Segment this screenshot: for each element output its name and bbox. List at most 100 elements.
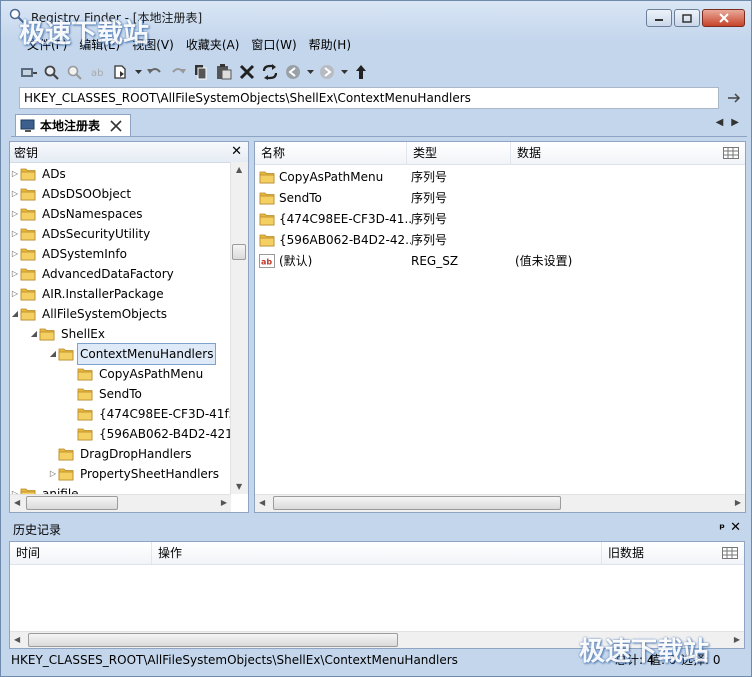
menu-favorites[interactable]: 收藏夹(A) [180, 37, 246, 53]
tree-horizontal-scrollbar[interactable]: ◀ ▶ [10, 494, 231, 512]
close-button[interactable] [702, 9, 745, 27]
folder-icon [259, 171, 275, 183]
tree-item[interactable]: ◢ AllFileSystemObjects [10, 304, 169, 324]
tab-local-registry[interactable]: 本地注册表 [15, 114, 131, 136]
tree-item[interactable]: ▷ AIR.InstallerPackage [10, 284, 166, 304]
paste-button[interactable] [214, 62, 234, 82]
tree-item[interactable]: ▷ AdvancedDataFactory [10, 264, 176, 284]
connect-registry-button[interactable] [19, 62, 39, 82]
list-hscroll-thumb[interactable] [273, 496, 561, 510]
find-button[interactable] [42, 62, 62, 82]
maximize-icon [682, 13, 692, 23]
copy-button[interactable] [191, 62, 211, 82]
status-path: HKEY_CLASSES_ROOT\AllFileSystemObjects\S… [11, 653, 458, 667]
new-key-dropdown[interactable] [134, 62, 142, 82]
column-old-data[interactable]: 旧数据 [602, 542, 722, 564]
scroll-left-icon[interactable]: ◀ [259, 498, 265, 507]
tab-scroll-right-icon[interactable]: ▶ [731, 117, 739, 128]
column-time[interactable]: 时间 [10, 542, 152, 564]
new-key-button[interactable] [111, 62, 131, 82]
tree-header-label: 密钥 [14, 145, 39, 160]
tree-item[interactable]: ▷ anifile [10, 484, 81, 494]
tree-item[interactable]: ▷ ADsNamespaces [10, 204, 145, 224]
tree-item[interactable]: DragDropHandlers [48, 444, 194, 464]
folder-icon [58, 348, 74, 361]
refresh-button[interactable] [260, 62, 280, 82]
parent-key-button[interactable] [351, 62, 371, 82]
pin-icon[interactable]: ᵖ [719, 521, 725, 535]
tree-item[interactable]: ▷ ADsSecurityUtility [10, 224, 152, 244]
expand-toggle-icon[interactable]: ▷ [10, 244, 20, 264]
rename-icon: ab [91, 68, 103, 79]
scroll-right-icon[interactable]: ▶ [734, 635, 740, 644]
redo-button[interactable] [168, 62, 188, 82]
expand-toggle-icon[interactable]: ▷ [10, 164, 20, 184]
delete-button[interactable] [237, 62, 257, 82]
tree-hscroll-thumb[interactable] [26, 496, 118, 510]
scroll-down-icon[interactable]: ▼ [236, 482, 242, 491]
tree-item[interactable]: CopyAsPathMenu [67, 364, 205, 384]
expand-toggle-icon[interactable]: ▷ [10, 484, 20, 494]
column-operation[interactable]: 操作 [152, 542, 602, 564]
tab-scroll-left-icon[interactable]: ◀ [716, 117, 724, 128]
tree-item[interactable]: ▷ ADsDSOObject [10, 184, 133, 204]
back-button[interactable] [283, 62, 303, 82]
tree-item[interactable]: {596AB062-B4D2-4215 [67, 424, 231, 444]
forward-button[interactable] [317, 62, 337, 82]
expand-toggle-icon[interactable]: ▷ [10, 224, 20, 244]
tree-item[interactable]: ◢ ShellEx [29, 324, 107, 344]
list-item[interactable]: {474C98EE-CF3D-41... 序列号 [259, 208, 715, 229]
tree-item-label: AIR.InstallerPackage [42, 287, 164, 301]
column-chooser-icon[interactable] [723, 147, 739, 159]
expand-toggle-icon[interactable]: ▷ [10, 204, 20, 224]
back-dropdown[interactable] [306, 62, 314, 82]
history-hscroll-thumb[interactable] [28, 633, 398, 647]
tree-vscroll-thumb[interactable] [232, 244, 246, 260]
list-item[interactable]: CopyAsPathMenu 序列号 [259, 166, 715, 187]
close-tab-icon[interactable] [110, 119, 122, 132]
paste-icon [217, 64, 232, 80]
list-horizontal-scrollbar[interactable]: ◀ ▶ [255, 494, 745, 512]
scroll-right-icon[interactable]: ▶ [221, 498, 227, 507]
list-item[interactable]: ab (默认) REG_SZ (值未设置) [259, 250, 715, 271]
expand-toggle-icon[interactable]: ▷ [10, 284, 20, 304]
tree-item[interactable]: {474C98EE-CF3D-41f5- [67, 404, 231, 424]
value-name: {596AB062-B4D2-42... [279, 232, 411, 247]
close-pane-icon[interactable]: ✕ [231, 144, 242, 159]
tree-item[interactable]: SendTo [67, 384, 144, 404]
tree-item[interactable]: ▷ PropertySheetHandlers [48, 464, 221, 484]
go-button[interactable] [725, 89, 743, 107]
undo-icon [147, 68, 161, 74]
watermark-top: 极速下载站 [19, 19, 150, 49]
menu-help[interactable]: 帮助(H) [303, 37, 357, 53]
scroll-left-icon[interactable]: ◀ [14, 635, 20, 644]
column-data[interactable]: 数据 [511, 142, 711, 164]
tree-vertical-scrollbar[interactable]: ▲ ▼ [230, 162, 248, 494]
tree-item[interactable]: ◢ ContextMenuHandlers [48, 343, 217, 365]
expand-toggle-icon[interactable]: ◢ [10, 304, 20, 324]
minimize-button[interactable] [646, 9, 672, 27]
expand-toggle-icon[interactable]: ▷ [10, 184, 20, 204]
expand-toggle-icon[interactable]: ◢ [48, 344, 58, 364]
tree-item[interactable]: ▷ ADSystemInfo [10, 244, 129, 264]
scroll-up-icon[interactable]: ▲ [236, 165, 242, 174]
forward-dropdown[interactable] [340, 62, 348, 82]
undo-button[interactable] [145, 62, 165, 82]
find-next-button[interactable] [65, 62, 85, 82]
tree-item[interactable]: ▷ ADs [10, 164, 68, 184]
address-input[interactable]: HKEY_CLASSES_ROOT\AllFileSystemObjects\S… [19, 87, 719, 109]
close-history-icon[interactable]: ✕ [730, 520, 741, 535]
rename-button[interactable]: ab [88, 62, 108, 82]
menu-window[interactable]: 窗口(W) [245, 37, 302, 53]
column-type[interactable]: 类型 [407, 142, 511, 164]
scroll-right-icon[interactable]: ▶ [735, 498, 741, 507]
expand-toggle-icon[interactable]: ▷ [10, 264, 20, 284]
expand-toggle-icon[interactable]: ◢ [29, 324, 39, 344]
expand-toggle-icon[interactable]: ▷ [48, 464, 58, 484]
maximize-button[interactable] [674, 9, 700, 27]
column-chooser-icon[interactable] [722, 547, 738, 559]
scroll-left-icon[interactable]: ◀ [14, 498, 20, 507]
refresh-icon [262, 64, 278, 80]
list-item[interactable]: SendTo 序列号 [259, 187, 715, 208]
list-item[interactable]: {596AB062-B4D2-42... 序列号 [259, 229, 715, 250]
